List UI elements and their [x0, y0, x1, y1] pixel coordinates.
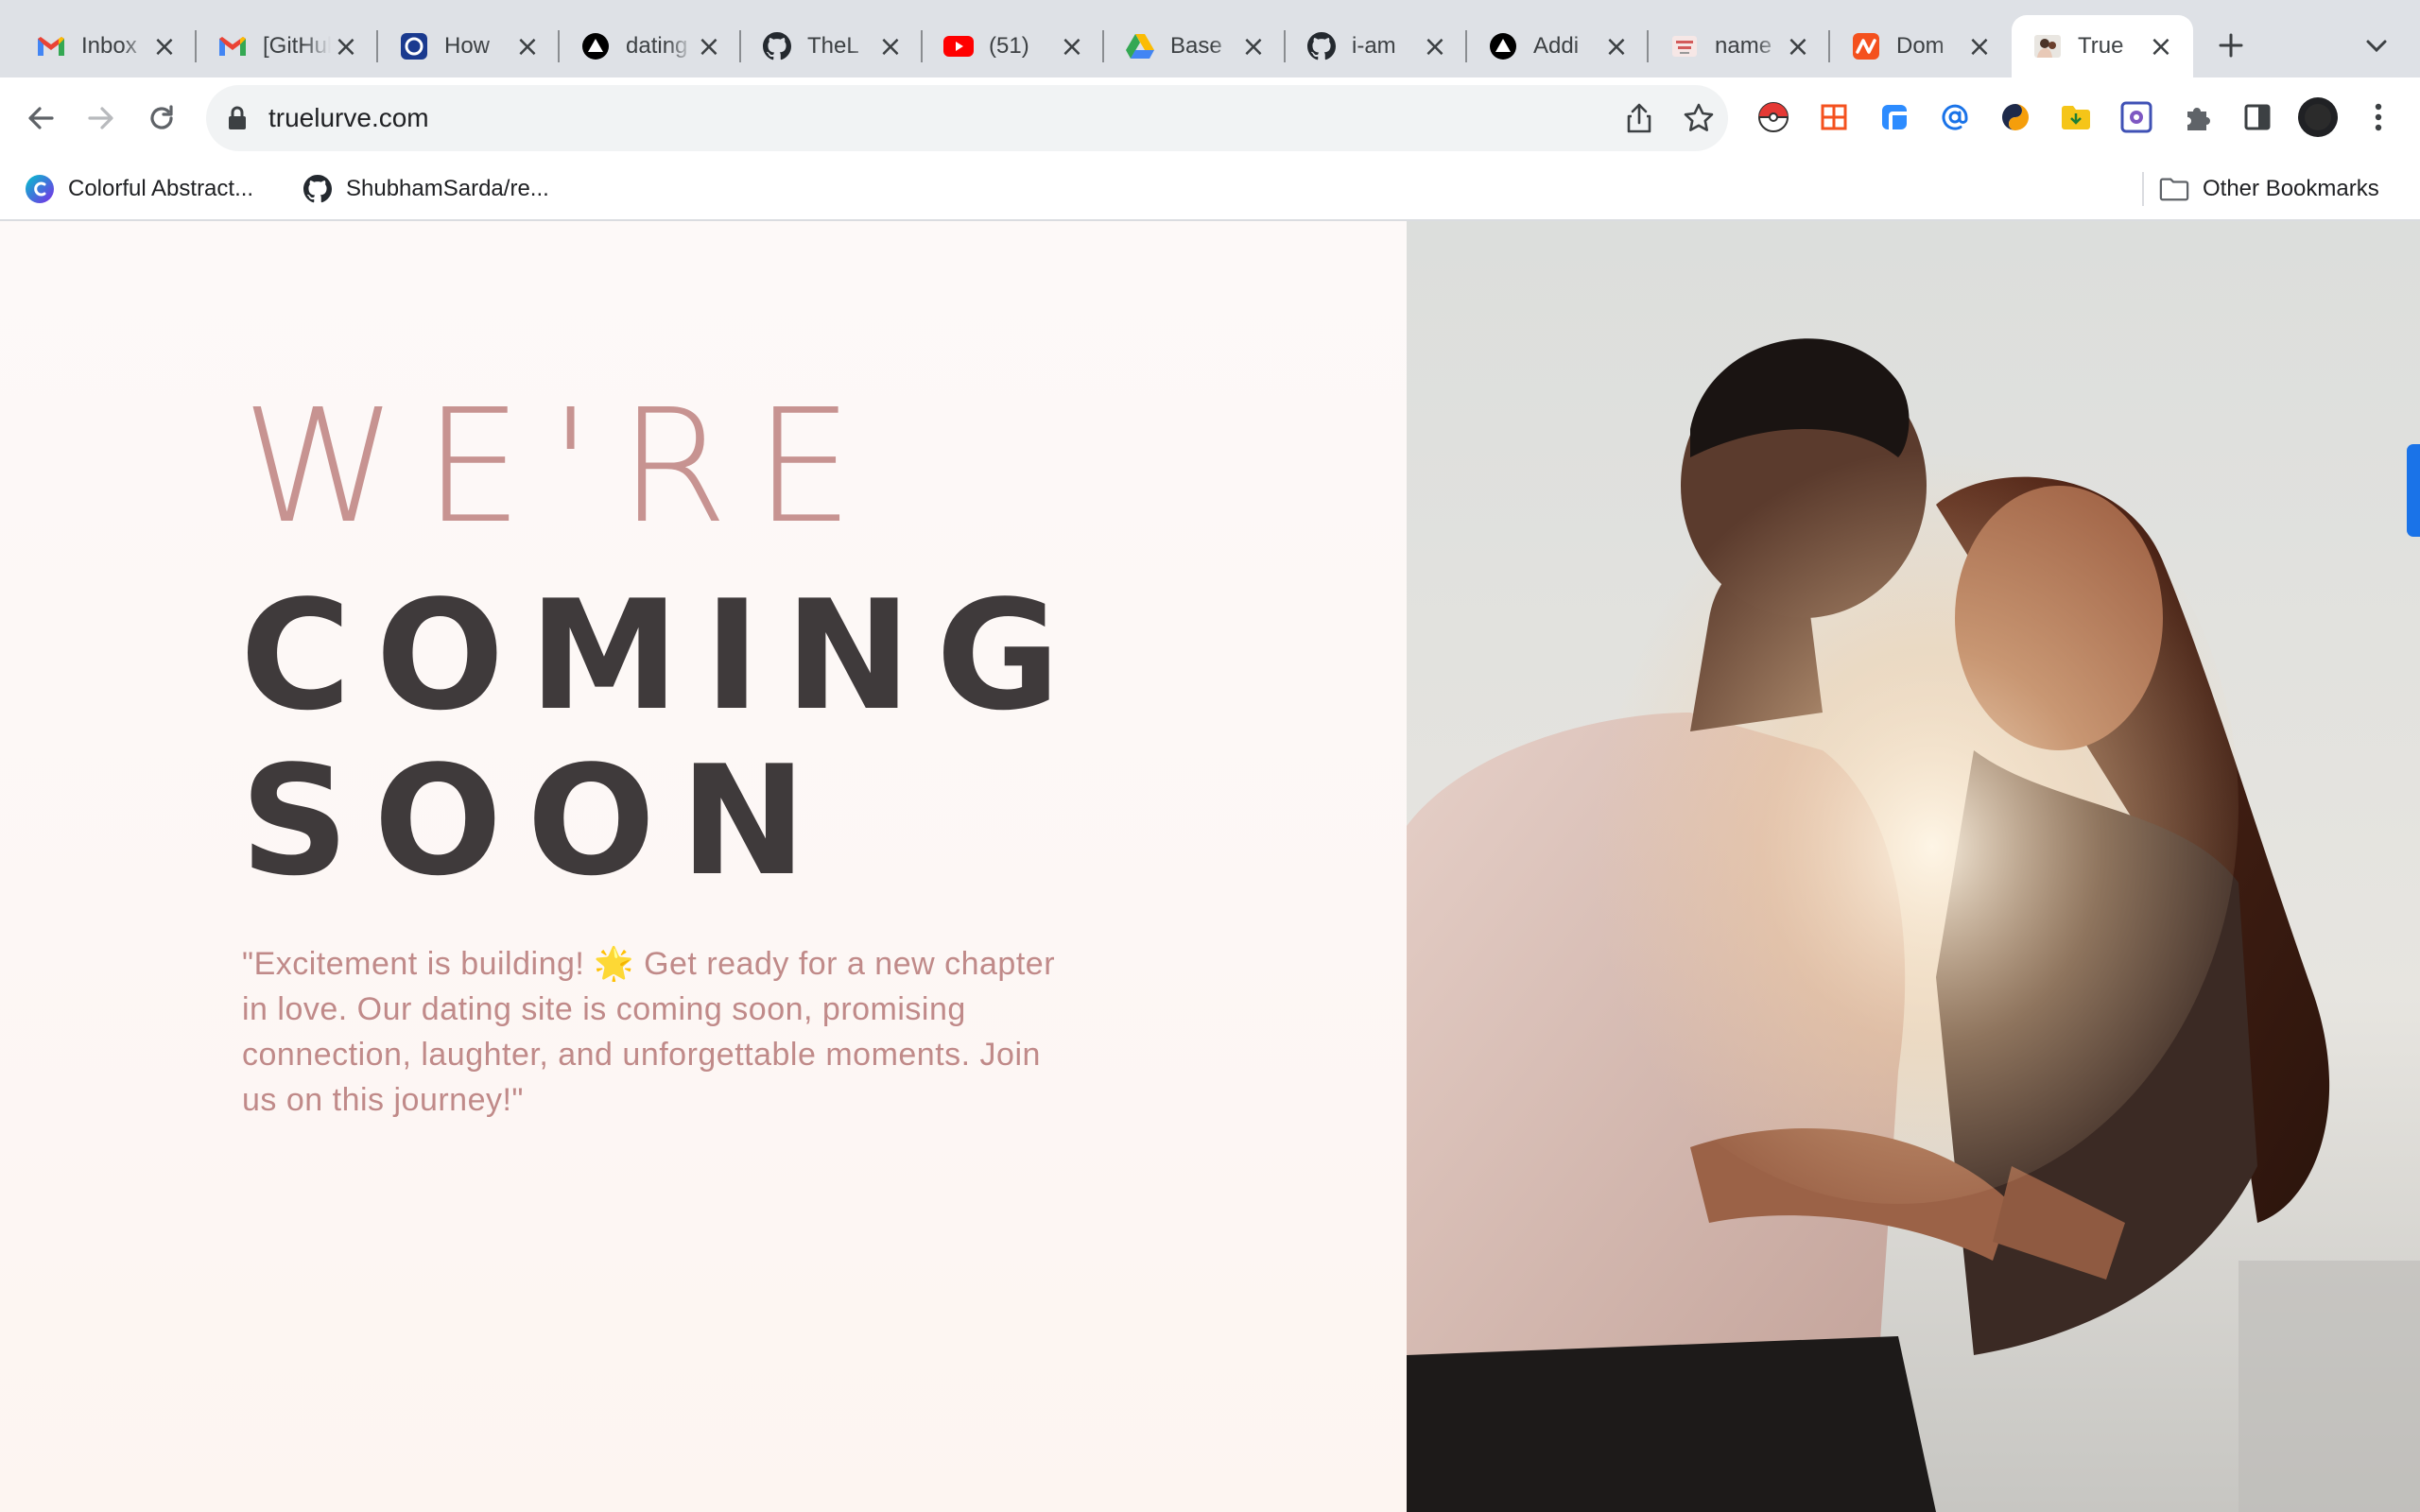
bookmark-shubhamsarda[interactable]: ShubhamSarda/re... — [302, 159, 549, 219]
page-content: WE'RE COMING SOON "Excitement is buildin… — [0, 221, 2420, 1512]
headline-were: WE'RE — [242, 376, 880, 558]
star-icon[interactable] — [1683, 102, 1715, 134]
chevron-down-icon — [2366, 40, 2387, 53]
bookmark-label: Colorful Abstract... — [68, 176, 254, 201]
other-bookmarks-button[interactable]: Other Bookmarks — [2159, 159, 2379, 219]
canva-icon — [25, 174, 55, 204]
profile-avatar[interactable] — [2297, 96, 2339, 138]
tab-thel[interactable]: TheL × — [741, 15, 923, 77]
close-icon[interactable]: × — [1420, 30, 1450, 63]
tab-title: i-am — [1352, 33, 1396, 59]
site-logo-icon — [1669, 31, 1700, 61]
gmail-icon — [217, 31, 248, 61]
reload-icon — [150, 105, 173, 129]
forward-button[interactable] — [79, 96, 123, 140]
bookmarks-divider — [2142, 172, 2144, 206]
close-icon[interactable]: × — [694, 30, 724, 63]
puzzle-extensions-icon[interactable] — [2176, 96, 2218, 138]
close-icon[interactable]: × — [1601, 30, 1632, 63]
browser-toolbar: truelurve.com — [0, 77, 2420, 159]
tab-inbox[interactable]: Inbox × — [15, 15, 197, 77]
tab-title: How — [444, 33, 491, 59]
close-icon[interactable]: × — [2146, 30, 2176, 63]
new-tab-button[interactable] — [2210, 25, 2252, 66]
close-icon[interactable]: × — [1964, 30, 1995, 63]
tab-search-button[interactable] — [2358, 26, 2395, 64]
vercel-icon — [580, 31, 611, 61]
tab-github-mail[interactable]: [GitHub] × — [197, 15, 378, 77]
url-text[interactable]: truelurve.com — [268, 85, 429, 151]
close-icon[interactable]: × — [331, 30, 361, 63]
plus-icon — [2219, 33, 2243, 58]
tab-addi[interactable]: Addi × — [1467, 15, 1649, 77]
tab-title: TheL — [807, 33, 859, 59]
bookmark-colorful-abstract[interactable]: Colorful Abstract... — [25, 159, 253, 219]
tab-truelurve-active[interactable]: True × — [2012, 15, 2193, 77]
tab-title: Addi — [1533, 33, 1580, 59]
close-icon[interactable]: × — [512, 30, 543, 63]
namecheap-icon — [1851, 31, 1881, 61]
close-icon[interactable]: × — [1057, 30, 1087, 63]
address-bar[interactable]: truelurve.com — [206, 85, 1728, 151]
arrow-left-icon — [28, 107, 54, 129]
close-icon[interactable]: × — [875, 30, 906, 63]
tab-dating[interactable]: dating × — [560, 15, 741, 77]
headline-coming: COMING — [240, 567, 1085, 744]
tab-title: (51) — [989, 33, 1029, 59]
tagline-text: "Excitement is building! 🌟 Get ready for… — [242, 946, 1056, 1118]
close-icon[interactable]: × — [1238, 30, 1269, 63]
headline-soon: SOON — [240, 732, 832, 909]
pocket-style-icon — [399, 31, 429, 61]
side-panel-icon[interactable] — [2237, 96, 2278, 138]
folder-icon — [2159, 174, 2189, 204]
github-icon — [1306, 31, 1337, 61]
google-drive-icon — [1125, 31, 1155, 61]
coming-soon-panel: WE'RE COMING SOON "Excitement is buildin… — [0, 221, 1407, 1512]
reload-button[interactable] — [140, 96, 183, 140]
tab-title: True — [2078, 33, 2124, 59]
tab-how[interactable]: How × — [378, 15, 560, 77]
site-photo-icon — [2032, 31, 2063, 61]
gmail-icon — [36, 31, 66, 61]
tab-name[interactable]: name × — [1649, 15, 1830, 77]
other-bookmarks-label: Other Bookmarks — [2203, 176, 2379, 201]
folder-extension-icon[interactable] — [2055, 96, 2097, 138]
swirl-extension-icon[interactable] — [1995, 96, 2036, 138]
tab-title: name — [1715, 33, 1772, 59]
camera-extension-icon[interactable] — [2116, 96, 2157, 138]
tab-dom[interactable]: Dom × — [1830, 15, 2012, 77]
pokeball-extension-icon[interactable] — [1753, 96, 1794, 138]
kebab-menu-icon[interactable] — [2358, 96, 2399, 138]
couple-hero-image — [1407, 221, 2420, 1512]
bookmarks-bar: Colorful Abstract... ShubhamSarda/re... … — [0, 159, 2420, 221]
notes-extension-icon[interactable] — [1874, 96, 1915, 138]
scrollbar-thumb[interactable] — [2407, 444, 2420, 537]
github-icon — [302, 174, 333, 204]
grid-extension-icon[interactable] — [1813, 96, 1855, 138]
back-button[interactable] — [19, 96, 62, 140]
tab-title: Inbox — [81, 33, 137, 59]
tab-youtube[interactable]: (51) × — [923, 15, 1104, 77]
tab-title: [GitHub] — [263, 33, 331, 59]
tab-strip: Inbox × [GitHub] × How × dating × TheL × — [0, 0, 2420, 77]
tab-title: Base — [1170, 33, 1222, 59]
youtube-icon — [943, 31, 974, 61]
couple-photo-illustration — [1407, 221, 2420, 1512]
lock-icon[interactable] — [227, 106, 248, 130]
github-icon — [762, 31, 792, 61]
close-icon[interactable]: × — [149, 30, 180, 63]
share-icon[interactable] — [1624, 102, 1654, 134]
close-icon[interactable]: × — [1783, 30, 1813, 63]
arrow-right-icon — [88, 107, 113, 129]
bookmark-label: ShubhamSarda/re... — [346, 176, 549, 201]
vercel-icon — [1488, 31, 1518, 61]
tab-title: dating — [626, 33, 688, 59]
at-sign-extension-icon[interactable] — [1934, 96, 1976, 138]
tab-base[interactable]: Base × — [1104, 15, 1286, 77]
tab-i-am[interactable]: i-am × — [1286, 15, 1467, 77]
tab-title: Dom — [1896, 33, 1945, 59]
